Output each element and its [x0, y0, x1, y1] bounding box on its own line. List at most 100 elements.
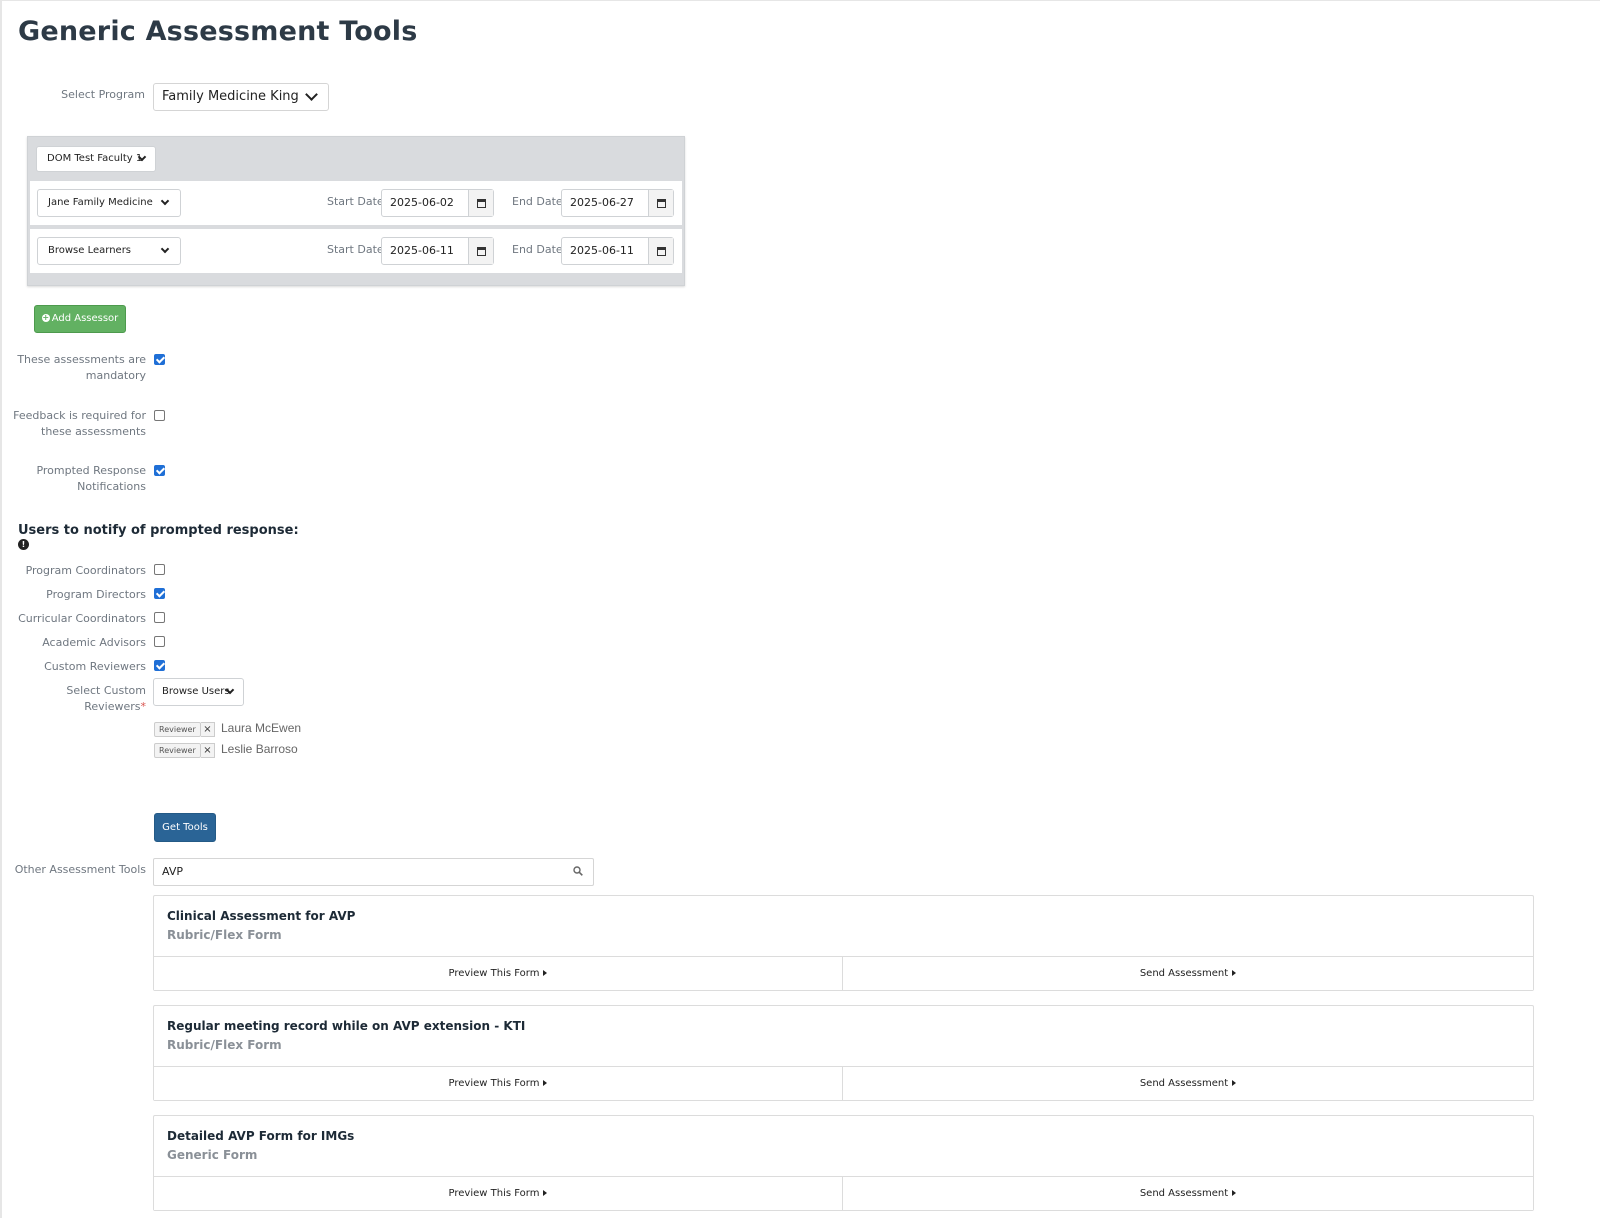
add-assessor-button[interactable]: + Add Assessor [34, 305, 126, 333]
notify-label-curricular-coordinators: Curricular Coordinators [18, 612, 146, 625]
notify-label-custom-reviewers: Custom Reviewers [44, 660, 146, 673]
calendar-icon[interactable] [648, 238, 673, 264]
learner-dropdown[interactable]: Jane Family Medicine [37, 189, 181, 217]
send-assessment-button[interactable]: Send Assessment [843, 1067, 1533, 1100]
chevron-down-icon [305, 88, 318, 101]
tool-type: Generic Form [167, 1148, 258, 1162]
tool-card: Clinical Assessment for AVP Rubric/Flex … [153, 895, 1534, 991]
caret-right-icon [543, 1190, 548, 1196]
remove-reviewer-button[interactable]: × [201, 743, 215, 758]
tool-actions: Preview This Form Send Assessment [154, 1066, 1533, 1100]
start-date-label: Start Date [327, 243, 384, 256]
chevron-down-icon [160, 244, 170, 254]
curricular-coordinators-checkbox[interactable] [154, 612, 165, 623]
learner-dropdown-label: Jane Family Medicine [48, 197, 153, 208]
chevron-down-icon [160, 196, 170, 206]
end-date-value: 2025-06-27 [570, 196, 634, 209]
program-select[interactable]: Family Medicine Kingston [153, 83, 329, 111]
start-date-input[interactable]: 2025-06-02 [381, 189, 494, 217]
end-date-label: End Date [512, 243, 563, 256]
tool-type: Rubric/Flex Form [167, 1038, 282, 1052]
mandatory-label: These assessments are mandatory [10, 352, 146, 384]
tool-title: Detailed AVP Form for IMGs [167, 1129, 355, 1143]
learner-dropdown[interactable]: Browse Learners [37, 237, 181, 265]
calendar-icon[interactable] [648, 190, 673, 216]
start-date-label: Start Date [327, 195, 384, 208]
page-title: Generic Assessment Tools [18, 16, 418, 47]
tool-actions: Preview This Form Send Assessment [154, 1176, 1533, 1210]
end-date-input[interactable]: 2025-06-11 [561, 237, 674, 265]
end-date-input[interactable]: 2025-06-27 [561, 189, 674, 217]
notify-heading: Users to notify of prompted response: [18, 523, 299, 538]
tools-search-value: AVP [162, 865, 183, 878]
reviewer-name: Laura McEwen [221, 721, 302, 735]
notify-label-program-directors: Program Directors [46, 588, 146, 601]
preview-form-button[interactable]: Preview This Form [154, 1067, 843, 1100]
get-tools-button[interactable]: Get Tools [154, 813, 216, 842]
start-date-value: 2025-06-02 [390, 196, 454, 209]
preview-form-label: Preview This Form [448, 968, 540, 979]
program-coordinators-checkbox[interactable] [154, 564, 165, 575]
calendar-icon[interactable] [468, 238, 493, 264]
browse-users-dropdown[interactable]: Browse Users [153, 678, 244, 706]
caret-right-icon [1232, 1190, 1237, 1196]
send-assessment-label: Send Assessment [1139, 1078, 1229, 1089]
mandatory-label-line1: These assessments are [17, 353, 146, 366]
remove-reviewer-button[interactable]: × [201, 722, 215, 737]
required-mark: * [140, 700, 147, 713]
send-assessment-button[interactable]: Send Assessment [843, 1177, 1533, 1210]
select-custom-reviewers-label: Select Custom Reviewers* [10, 683, 146, 715]
calendar-icon[interactable] [468, 190, 493, 216]
feedback-required-label-line1: Feedback is required for [13, 409, 146, 422]
browse-users-label: Browse Users [162, 686, 230, 697]
tool-actions: Preview This Form Send Assessment [154, 956, 1533, 990]
mandatory-checkbox[interactable] [154, 354, 165, 365]
tools-search-input[interactable]: AVP [153, 858, 594, 886]
plus-circle-icon: + [41, 313, 50, 322]
notify-label-program-coordinators: Program Coordinators [25, 564, 146, 577]
search-icon[interactable] [573, 866, 583, 876]
send-assessment-label: Send Assessment [1139, 1188, 1229, 1199]
mandatory-label-line2: mandatory [85, 369, 146, 382]
academic-advisors-checkbox[interactable] [154, 636, 165, 647]
tool-card: Regular meeting record while on AVP exte… [153, 1005, 1534, 1101]
select-program-label: Select Program [61, 88, 145, 101]
feedback-required-label-line2: these assessments [41, 425, 146, 438]
feedback-required-label: Feedback is required for these assessmen… [10, 408, 146, 440]
tool-card: Detailed AVP Form for IMGs Generic Form … [153, 1115, 1534, 1211]
preview-form-button[interactable]: Preview This Form [154, 957, 843, 990]
prompted-response-label-line1: Prompted Response [36, 464, 146, 477]
start-date-input[interactable]: 2025-06-11 [381, 237, 494, 265]
tool-title: Regular meeting record while on AVP exte… [167, 1019, 526, 1033]
end-date-label: End Date [512, 195, 563, 208]
reviewer-tag: Reviewer [154, 743, 201, 758]
select-custom-label-line1: Select Custom [66, 684, 146, 697]
start-date-value: 2025-06-11 [390, 244, 454, 257]
select-custom-label-line2: Reviewers [84, 700, 141, 713]
caret-right-icon [1232, 1080, 1237, 1086]
feedback-required-checkbox[interactable] [154, 410, 165, 421]
prompted-response-checkbox[interactable] [154, 465, 165, 476]
tool-title: Clinical Assessment for AVP [167, 909, 356, 923]
notify-label-academic-advisors: Academic Advisors [42, 636, 146, 649]
info-icon[interactable]: ! [18, 539, 29, 550]
caret-right-icon [543, 970, 548, 976]
send-assessment-label: Send Assessment [1139, 968, 1229, 979]
preview-form-label: Preview This Form [448, 1078, 540, 1089]
assessor-dropdown[interactable]: DOM Test Faculty 1 [36, 146, 156, 172]
send-assessment-button[interactable]: Send Assessment [843, 957, 1533, 990]
prompted-response-label: Prompted Response Notifications [10, 463, 146, 495]
add-assessor-label: Add Assessor [51, 313, 119, 324]
assessor-panel: DOM Test Faculty 1 Jane Family Medicine … [27, 136, 685, 286]
caret-right-icon [543, 1080, 548, 1086]
assessor-dropdown-label: DOM Test Faculty 1 [47, 153, 143, 164]
reviewer-name: Leslie Barroso [221, 742, 298, 756]
custom-reviewers-checkbox[interactable] [154, 660, 165, 671]
program-select-value: Family Medicine Kingston [162, 89, 298, 104]
assessor-row: Browse Learners Start Date 2025-06-11 En… [30, 229, 682, 273]
program-directors-checkbox[interactable] [154, 588, 165, 599]
reviewer-tag: Reviewer [154, 722, 201, 737]
other-tools-label: Other Assessment Tools [14, 863, 146, 876]
preview-form-label: Preview This Form [448, 1188, 540, 1199]
preview-form-button[interactable]: Preview This Form [154, 1177, 843, 1210]
